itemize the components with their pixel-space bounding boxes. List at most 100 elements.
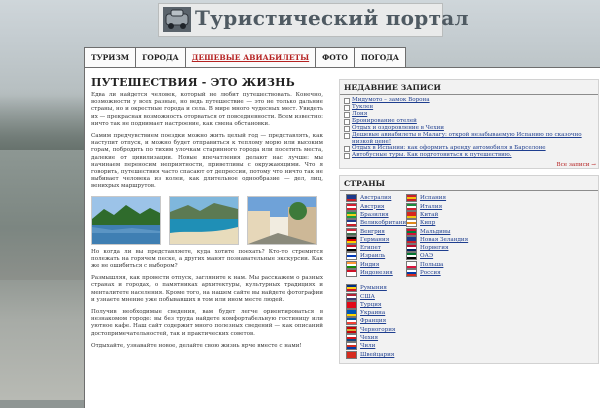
recent-post-link[interactable]: Лоня xyxy=(352,111,367,118)
country-link[interactable]: Румыния xyxy=(360,285,387,291)
post-paragraph: Едва ли найдется человек, который не люб… xyxy=(91,92,323,127)
flag-icon xyxy=(406,260,417,269)
country-link[interactable]: Италия xyxy=(420,204,442,210)
recent-post-item[interactable]: Лоня xyxy=(344,111,594,118)
country-item[interactable]: Австрия xyxy=(346,202,404,211)
car-logo-icon[interactable] xyxy=(163,7,191,32)
recent-post-item[interactable]: Мидумото – замок Ворона xyxy=(344,97,594,104)
country-item[interactable]: Бразилия xyxy=(346,210,404,219)
country-link[interactable]: Венгрия xyxy=(360,229,385,235)
nav-cheap-flights[interactable]: ДЕШЕВЫЕ АВИАБИЛЕТЫ xyxy=(184,47,316,68)
flag-icon xyxy=(346,300,357,309)
country-link[interactable]: Чехия xyxy=(360,335,378,341)
flag-icon xyxy=(346,292,357,301)
bullet-icon xyxy=(344,98,350,104)
country-link[interactable]: Испания xyxy=(420,195,446,201)
country-item[interactable]: Мальдивы xyxy=(406,227,486,236)
country-item[interactable]: Индия xyxy=(346,260,404,269)
recent-post-link[interactable]: Дешевые авиабилеты в Малагу: открой неза… xyxy=(352,132,594,145)
all-posts-link[interactable]: Все записи → xyxy=(340,162,598,168)
photo-town[interactable] xyxy=(247,195,317,245)
country-item[interactable]: Черногория xyxy=(346,325,594,334)
country-link[interactable]: Швейцария xyxy=(360,352,394,358)
country-item[interactable]: Германия xyxy=(346,235,404,244)
country-item[interactable]: Чехия xyxy=(346,334,594,343)
nav-photo[interactable]: ФОТО xyxy=(315,47,354,68)
bullet-icon xyxy=(344,153,350,160)
country-link[interactable]: Китай xyxy=(420,212,438,218)
country-link[interactable]: Египет xyxy=(360,245,381,251)
country-link[interactable]: Турция xyxy=(360,302,381,308)
flag-icon xyxy=(346,325,357,334)
recent-post-link[interactable]: Автобусные туры. Как подготовиться к пут… xyxy=(352,152,512,159)
country-link[interactable]: США xyxy=(360,294,375,300)
flag-icon xyxy=(406,210,417,219)
country-item[interactable]: Украина xyxy=(346,309,594,318)
country-link[interactable]: Израиль xyxy=(360,253,385,259)
recent-post-link[interactable]: Отдых и оздоровление в Чехии xyxy=(352,125,444,132)
country-link[interactable]: Бразилия xyxy=(360,212,389,218)
country-item[interactable]: Новая Зеландия xyxy=(406,235,486,244)
country-item[interactable]: Чили xyxy=(346,342,594,351)
nav-cities[interactable]: ГОРОДА xyxy=(135,47,185,68)
flag-icon xyxy=(346,202,357,211)
country-item[interactable]: Китай xyxy=(406,210,486,219)
country-link[interactable]: Новая Зеландия xyxy=(420,237,468,243)
recent-post-item[interactable]: Дешевые авиабилеты в Малагу: открой неза… xyxy=(344,132,594,145)
nav-weather[interactable]: ПОГОДА xyxy=(353,47,407,68)
site-title[interactable]: Туристический портал xyxy=(195,6,469,30)
main-content: ПУТЕШЕСТВИЯ - ЭТО ЖИЗНЬ Едва ли найдется… xyxy=(91,76,323,355)
country-item[interactable]: США xyxy=(346,292,594,301)
country-link[interactable]: Германия xyxy=(360,237,389,243)
country-link[interactable]: Кипр xyxy=(420,220,435,226)
country-item[interactable]: Франция xyxy=(346,317,594,326)
country-item[interactable]: Австралия xyxy=(346,194,404,203)
bullet-icon xyxy=(344,133,350,139)
country-item[interactable]: Египет xyxy=(346,244,404,253)
recent-post-item[interactable]: Бронирование отелей xyxy=(344,118,594,125)
country-link[interactable]: Австрия xyxy=(360,204,384,210)
post-title[interactable]: ПУТЕШЕСТВИЯ - ЭТО ЖИЗНЬ xyxy=(91,76,323,89)
recent-post-item[interactable]: Отдых и оздоровление в Чехии xyxy=(344,125,594,132)
photo-lake[interactable] xyxy=(91,195,161,245)
country-link[interactable]: Мальдивы xyxy=(420,229,450,235)
country-item[interactable]: Индонезия xyxy=(346,269,404,277)
country-item[interactable]: Румыния xyxy=(346,284,594,293)
country-item[interactable]: Испания xyxy=(406,194,486,203)
country-link[interactable]: Норвегия xyxy=(420,245,448,251)
flag-icon xyxy=(346,252,357,261)
country-item[interactable]: Кипр xyxy=(406,219,486,228)
country-link[interactable]: Великобритания xyxy=(360,220,410,226)
country-link[interactable]: Россия xyxy=(420,270,441,276)
sidebar: НЕДАВНИЕ ЗАПИСИ Мидумото – замок Ворона Т… xyxy=(339,79,599,370)
country-item[interactable]: Турция xyxy=(346,300,594,309)
country-item[interactable]: Венгрия xyxy=(346,227,404,236)
country-link[interactable]: Чили xyxy=(360,343,375,349)
recent-post-link[interactable]: Бронирование отелей xyxy=(352,118,417,125)
country-item[interactable]: ОАЭ xyxy=(406,252,486,261)
country-link[interactable]: Австралия xyxy=(360,195,391,201)
country-link[interactable]: Франция xyxy=(360,318,386,324)
nav-tourism[interactable]: ТУРИЗМ xyxy=(84,47,136,68)
recent-post-item[interactable]: Туклен xyxy=(344,104,594,111)
country-link[interactable]: Индия xyxy=(360,262,379,268)
flag-icon xyxy=(406,269,417,277)
country-link[interactable]: Черногория xyxy=(360,327,395,333)
recent-post-link[interactable]: Отдых в Испании: как оформить аренду авт… xyxy=(352,145,546,152)
country-item[interactable]: Израиль xyxy=(346,252,404,261)
recent-post-link[interactable]: Мидумото – замок Ворона xyxy=(352,97,430,104)
country-link[interactable]: Украина xyxy=(360,310,385,316)
country-item[interactable]: Великобритания xyxy=(346,219,410,228)
recent-post-item[interactable]: Автобусные туры. Как подготовиться к пут… xyxy=(344,152,594,160)
flag-icon xyxy=(346,194,357,203)
recent-post-link[interactable]: Туклен xyxy=(352,104,373,111)
country-item[interactable]: Италия xyxy=(406,202,486,211)
country-item[interactable]: Польша xyxy=(406,260,486,269)
country-link[interactable]: Польша xyxy=(420,262,443,268)
photo-beach[interactable] xyxy=(169,195,239,245)
country-item[interactable]: Россия xyxy=(406,269,486,277)
country-item[interactable]: Швейцария xyxy=(346,350,594,359)
country-link[interactable]: ОАЭ xyxy=(420,253,433,259)
country-item[interactable]: Норвегия xyxy=(406,244,486,253)
country-link[interactable]: Индонезия xyxy=(360,270,393,276)
